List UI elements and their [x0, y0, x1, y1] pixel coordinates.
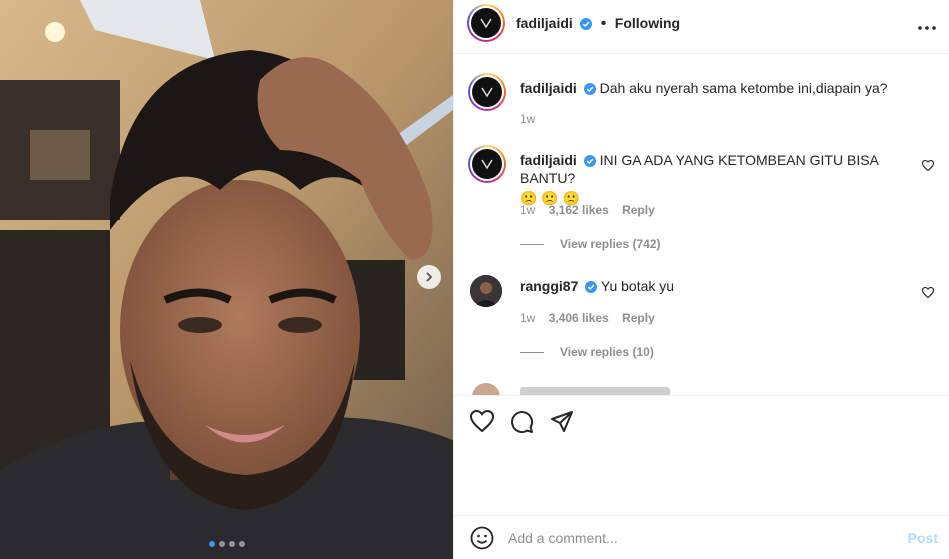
- comment-text-placeholder: [520, 387, 670, 395]
- reply-button[interactable]: Reply: [622, 203, 655, 217]
- comment-avatar[interactable]: [470, 275, 502, 307]
- comment-item: fadiljaidi Dah aku nyerah sama ketombe i…: [468, 73, 940, 135]
- view-replies-label: View replies (742): [560, 237, 661, 251]
- post-details-panel: fadiljaidi • Following fadiljaidi Dah ak…: [453, 0, 949, 559]
- carousel-next-button[interactable]: [417, 265, 441, 289]
- separator-dot: •: [600, 15, 607, 32]
- verified-badge-icon: [583, 155, 596, 167]
- comment-username[interactable]: ranggi87: [520, 278, 578, 294]
- verified-badge-icon: [585, 281, 598, 293]
- author-avatar[interactable]: [467, 4, 505, 42]
- carousel-indicator: [0, 541, 453, 547]
- comment-item: fadiljaidi INI GA ADA YANG KETOMBEAN GIT…: [468, 145, 940, 257]
- comment-meta: 1w 3,162 likes Reply: [520, 203, 655, 217]
- header-author-line: fadiljaidi • Following: [516, 15, 680, 33]
- heart-icon: [469, 409, 495, 433]
- comment-meta: 1w 3,406 likes Reply: [520, 311, 655, 325]
- comment-likes[interactable]: 3,162 likes: [549, 203, 609, 217]
- comments-list: fadiljaidi Dah aku nyerah sama ketombe i…: [454, 55, 949, 395]
- share-icon: [551, 411, 573, 432]
- like-comment-button[interactable]: [921, 158, 935, 176]
- post-actions: [454, 395, 949, 455]
- avatar-logo-icon: [480, 18, 492, 29]
- post-photo: [0, 0, 453, 559]
- comment-item-partial: [470, 383, 940, 395]
- add-comment-bar: Post: [454, 515, 949, 559]
- post-comment-button[interactable]: Post: [908, 530, 938, 546]
- comment-item: ranggi87 Yu botak yu 1w 3,406 likes Repl…: [470, 275, 940, 385]
- comment-time[interactable]: 1w: [520, 203, 535, 217]
- comment-likes[interactable]: 3,406 likes: [549, 311, 609, 325]
- more-options-icon: [918, 26, 936, 30]
- emoji-button[interactable]: [470, 526, 494, 555]
- chevron-right-icon: [426, 272, 433, 282]
- comment-avatar[interactable]: [472, 383, 500, 395]
- comment-input[interactable]: [508, 526, 888, 550]
- emoji-icon: [470, 526, 494, 550]
- comment-time[interactable]: 1w: [520, 112, 535, 126]
- comment-time[interactable]: 1w: [520, 311, 535, 325]
- avatar-logo-icon: [481, 87, 493, 98]
- carousel-dot: [208, 541, 215, 547]
- comment-username[interactable]: fadiljaidi: [520, 80, 577, 96]
- comment-icon: [511, 411, 534, 434]
- verified-badge-icon: [580, 18, 593, 30]
- carousel-dot: [228, 541, 235, 547]
- comment-avatar[interactable]: [468, 73, 506, 111]
- comment-username[interactable]: fadiljaidi: [520, 152, 577, 168]
- verified-badge-icon: [583, 83, 596, 95]
- following-button[interactable]: Following: [615, 15, 680, 31]
- view-replies-line: [520, 352, 544, 354]
- view-replies-button[interactable]: View replies (742): [520, 237, 661, 251]
- comment-avatar[interactable]: [468, 145, 506, 183]
- like-comment-button[interactable]: [921, 285, 935, 303]
- avatar-photo: [470, 275, 502, 307]
- comment-button[interactable]: [510, 410, 534, 439]
- author-username[interactable]: fadiljaidi: [516, 15, 573, 31]
- heart-icon: [921, 159, 935, 172]
- comment-text: Dah aku nyerah sama ketombe ini,diapain …: [599, 80, 888, 96]
- comment-text: Yu botak yu: [600, 278, 675, 294]
- view-replies-button[interactable]: View replies (10): [520, 345, 654, 359]
- heart-icon: [921, 286, 935, 299]
- view-replies-label: View replies (10): [560, 345, 654, 359]
- carousel-dot: [218, 541, 225, 547]
- post-media[interactable]: [0, 0, 453, 559]
- avatar-logo-icon: [481, 159, 493, 170]
- reply-button[interactable]: Reply: [622, 311, 655, 325]
- view-replies-line: [520, 244, 544, 246]
- like-button[interactable]: [469, 409, 495, 437]
- more-options-button[interactable]: [918, 18, 936, 36]
- carousel-dot: [238, 541, 245, 547]
- post-header: fadiljaidi • Following: [454, 0, 949, 54]
- share-button[interactable]: [550, 410, 574, 439]
- comment-meta: 1w: [520, 112, 535, 126]
